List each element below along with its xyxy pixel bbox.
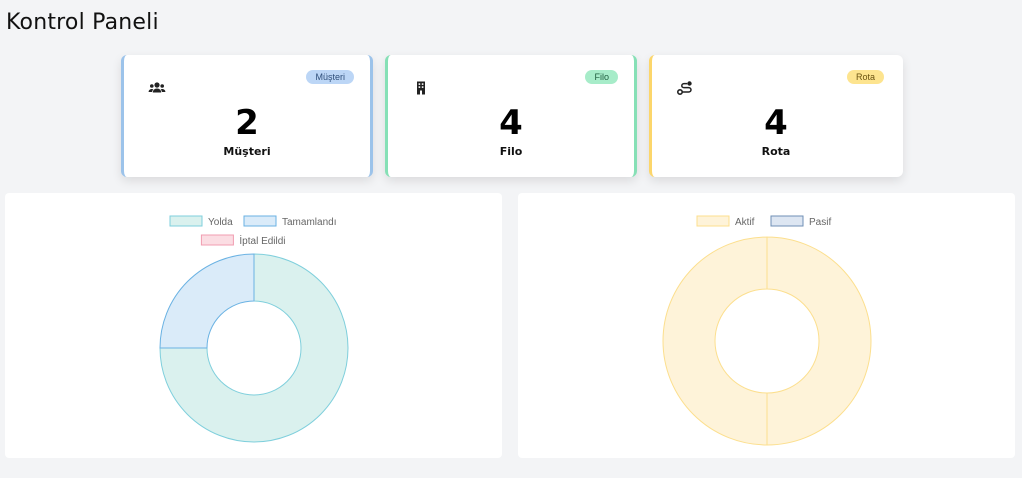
fleet-status-chart-panel: Aktif Pasif [518,193,1015,458]
rota-card[interactable]: Rota 4 Rota [649,55,903,177]
filo-card[interactable]: Filo 4 Filo [385,55,637,177]
musteri-count: 2 [235,103,259,143]
fleet-status-doughnut-chart: Aktif Pasif [662,215,872,446]
filo-count: 4 [499,103,523,143]
musteri-badge: Müşteri [306,70,354,84]
legend-item-yolda[interactable]: Yolda [169,215,233,228]
stat-cards: Müşteri 2 Müşteri Filo 4 Filo Rota 4 Rot… [121,55,903,177]
legend-item-iptal-edildi[interactable]: İptal Edildi [200,234,286,247]
route-icon [676,80,694,96]
rota-count: 4 [764,103,788,143]
legend-item-pasif[interactable]: Pasif [770,215,831,228]
legend-label-aktif: Aktif [735,217,755,228]
filo-badge: Filo [585,70,618,84]
legend-swatch-aktif [696,215,730,227]
page-title: Kontrol Paneli [6,10,159,35]
slice-tamamlandi[interactable] [159,253,255,349]
legend-swatch-yolda [169,215,203,227]
sefer-status-doughnut-chart: Yolda Tamamlandı İptal Edildi [159,215,349,443]
legend-label-pasif: Pasif [809,217,831,228]
musteri-label: Müşteri [223,145,271,158]
legend-swatch-pasif [770,215,804,227]
rota-badge: Rota [846,70,884,84]
legend-label-iptal-edildi: İptal Edildi [239,234,285,247]
sefer-status-chart-panel: Yolda Tamamlandı İptal Edildi [5,193,502,458]
users-icon [148,80,166,96]
legend-item-tamamlandi[interactable]: Tamamlandı [243,215,336,228]
slice-aktif[interactable] [662,236,872,446]
rota-label: Rota [761,145,791,158]
legend-swatch-tamamlandi [243,215,277,227]
musteri-card[interactable]: Müşteri 2 Müşteri [121,55,373,177]
legend-label-tamamlandi: Tamamlandı [282,217,336,228]
legend-swatch-iptal-edildi [200,234,234,246]
building-icon [412,80,430,96]
legend-label-yolda: Yolda [208,217,233,228]
legend-item-aktif[interactable]: Aktif [696,215,755,228]
filo-label: Filo [499,145,523,158]
